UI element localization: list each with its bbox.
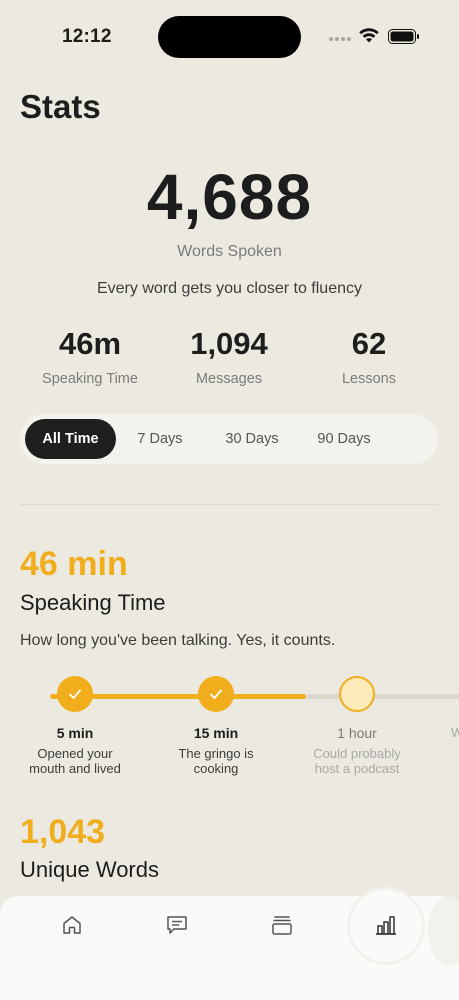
stat-speaking-time: 46m Speaking Time xyxy=(10,326,170,387)
milestone-desc-line: host a podcast xyxy=(314,761,400,776)
milestone-1-hour: 1 hour Could probably host a podcast xyxy=(297,676,417,776)
stat-label: Lessons xyxy=(341,371,396,387)
tab-90-days[interactable]: 90 Days xyxy=(305,419,383,459)
milestone-desc-line: Could probably xyxy=(313,746,401,761)
page-title: Stats xyxy=(20,88,101,125)
encouragement-tagline: Every word gets you closer to fluency xyxy=(96,280,362,297)
milestone-15-min: 15 min The gringo is cooking xyxy=(156,676,276,776)
nav-chat[interactable] xyxy=(157,910,197,940)
milestone-check-icon xyxy=(57,676,93,712)
tab-all-time[interactable]: All Time xyxy=(25,419,116,459)
stat-label: Speaking Time xyxy=(42,371,138,387)
time-range-selector: All Time 7 Days 30 Days 90 Days xyxy=(20,414,438,464)
cellular-signal-icon xyxy=(329,37,351,41)
tab-30-days[interactable]: 30 Days xyxy=(214,419,290,459)
battery-icon xyxy=(388,29,419,44)
milestone-desc-line: Opened your xyxy=(37,746,113,761)
chat-icon xyxy=(167,916,187,934)
dynamic-island xyxy=(158,16,301,58)
speaking-time-value: 46 min xyxy=(20,545,128,583)
milestone-desc-line: mouth and lived xyxy=(29,761,121,776)
milestone-desc-line: cooking xyxy=(193,761,239,776)
nav-stats[interactable] xyxy=(366,910,406,940)
milestone-next: W xyxy=(437,676,459,740)
stats-chart-icon xyxy=(376,916,396,935)
tab-7-days[interactable]: 7 Days xyxy=(127,419,193,459)
speaking-time-description: How long you've been talking. Yes, it co… xyxy=(20,632,336,649)
nav-lessons[interactable] xyxy=(262,910,302,940)
milestone-description: Could probably host a podcast xyxy=(297,746,417,776)
nav-home[interactable] xyxy=(52,910,92,940)
milestone-title: 15 min xyxy=(193,725,239,741)
wifi-icon xyxy=(359,28,379,43)
stat-value: 46m xyxy=(58,326,122,361)
stat-lessons: 62 Lessons xyxy=(289,326,449,387)
milestone-title: 5 min xyxy=(56,725,94,741)
home-icon xyxy=(63,916,81,934)
stat-messages: 1,094 Messages xyxy=(149,326,309,387)
stat-value: 62 xyxy=(351,326,387,361)
milestone-desc-line: The gringo is xyxy=(178,746,254,761)
milestone-5-min: 5 min Opened your mouth and lived xyxy=(15,676,135,776)
unique-words-value: 1,043 xyxy=(20,813,106,851)
lessons-stack-icon xyxy=(272,916,292,935)
milestone-pending-icon xyxy=(339,676,375,712)
milestone-description: Opened your mouth and lived xyxy=(15,746,135,776)
section-divider xyxy=(20,504,438,505)
milestone-desc-line: W xyxy=(451,725,459,740)
speaking-time-title: Speaking Time xyxy=(20,590,166,615)
milestone-title: 1 hour xyxy=(337,725,377,741)
status-time: 12:12 xyxy=(62,26,112,47)
nav-edge-shadow xyxy=(428,896,459,966)
status-bar: 12:12 xyxy=(0,0,459,70)
milestone-description: The gringo is cooking xyxy=(156,746,276,776)
words-spoken-value: 4,688 xyxy=(146,161,313,233)
bottom-tab-bar xyxy=(0,890,459,1000)
speaking-milestones-timeline[interactable]: 5 min Opened your mouth and lived 15 min… xyxy=(0,676,459,786)
stat-value: 1,094 xyxy=(190,326,268,361)
milestone-check-icon xyxy=(198,676,234,712)
stat-label: Messages xyxy=(195,371,263,387)
milestone-description: W xyxy=(437,725,459,740)
unique-words-title: Unique Words xyxy=(20,857,159,882)
words-spoken-label: Words Spoken xyxy=(177,243,282,260)
